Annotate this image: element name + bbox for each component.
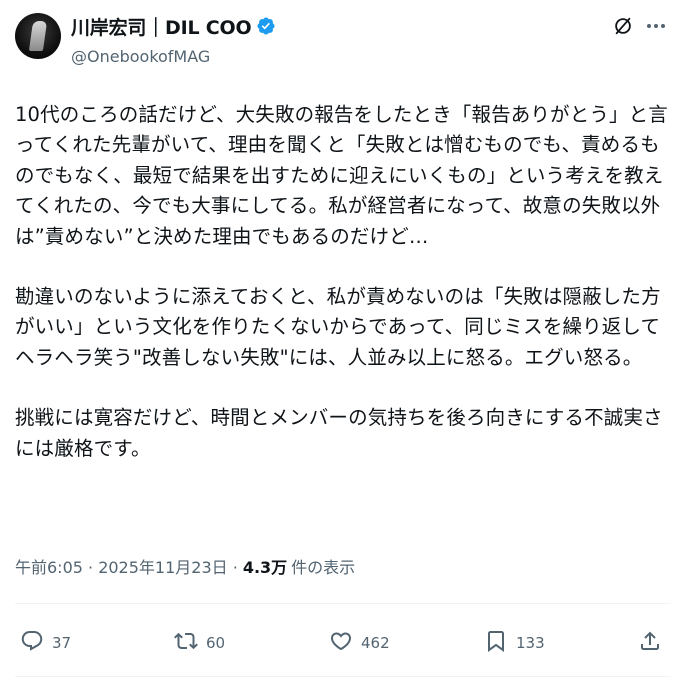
repost-count: 60 [206, 634, 226, 652]
like-count: 462 [361, 634, 390, 652]
views-label[interactable]: 件の表示 [291, 554, 355, 578]
reply-count: 37 [52, 634, 72, 652]
tweet-meta: 午前6:05 · 2025年11月23日 · 4.3万 件の表示 [15, 554, 355, 578]
tweet-line: ヘラヘラ笑う"改善しない失敗"には、人並み以上に怒る。エグい怒る。 [15, 345, 643, 369]
author-handle[interactable]: @OnebookofMAG [71, 47, 210, 66]
more-icon[interactable] [644, 14, 668, 38]
tweet-text: 10代のころの話だけど、大失敗の報告をしたとき「報告ありがとう」と言 ってくれた… [15, 100, 671, 494]
tweet-line: 挑戦には寛容だけど、時間とメンバーの気持ちを後ろ向きにする不誠実さ [15, 406, 663, 430]
tweet-line: 勘違いのないように添えておくと、私が責めないのは「失敗は隠蔽した方 [15, 285, 661, 309]
tweet-line: には厳格です。 [15, 436, 151, 460]
reply-icon [20, 629, 44, 657]
tweet-line: てくれたの、今でも大事にしてる。私が経営者になって、故意の失敗以外 [15, 194, 661, 218]
repost-icon [174, 629, 198, 657]
tweet-line: がいい」という文化を作りたくないからであって、同じミスを繰り返して [15, 315, 661, 339]
repost-button[interactable]: 60 [174, 625, 225, 661]
bookmark-button[interactable]: 133 [484, 625, 545, 661]
share-button[interactable] [638, 625, 662, 661]
author-display-name[interactable]: 川岸宏司｜DIL COO [71, 13, 252, 40]
avatar-figure [28, 21, 48, 51]
tweet-line: ってくれた先輩がいて、理由を聞くと「失敗とは憎むものでも、責めるも [15, 133, 660, 157]
tweet-line: のでもなく、最短で結果を出すために迎えにいくもの」という考えを教え [15, 163, 664, 187]
like-button[interactable]: 462 [329, 625, 390, 661]
tweet-paragraph: 勘違いのないように添えておくと、私が責めないのは「失敗は隠蔽した方 がいい」とい… [15, 282, 671, 373]
tweet-line: 10代のころの話だけど、大失敗の報告をしたとき「報告ありがとう」と言 [15, 103, 668, 126]
divider [15, 676, 671, 677]
verified-badge-icon[interactable] [256, 16, 276, 36]
tweet-paragraph: 10代のころの話だけど、大失敗の報告をしたとき「報告ありがとう」と言 ってくれた… [15, 100, 671, 252]
action-bar: 37 60 462 133 [0, 625, 686, 661]
timestamp[interactable]: 午前6:05 · 2025年11月23日 · [15, 554, 238, 578]
views-count[interactable]: 4.3万 [243, 554, 287, 578]
tweet-paragraph: 挑戦には寛容だけど、時間とメンバーの気持ちを後ろ向きにする不誠実さ には厳格です… [15, 403, 671, 464]
author-name-row: 川岸宏司｜DIL COO [71, 13, 276, 39]
bookmark-count: 133 [516, 634, 545, 652]
tweet: 川岸宏司｜DIL COO @OnebookofMAG 10代のころの話だけど、大… [0, 0, 686, 686]
reply-button[interactable]: 37 [20, 625, 71, 661]
bookmark-icon [484, 629, 508, 657]
share-icon [638, 629, 662, 657]
divider [15, 603, 671, 604]
like-icon [329, 629, 353, 657]
avatar[interactable] [15, 13, 61, 59]
grok-icon[interactable] [612, 15, 634, 37]
tweet-line: は”責めない”と決めた理由でもあるのだけど… [15, 224, 429, 248]
